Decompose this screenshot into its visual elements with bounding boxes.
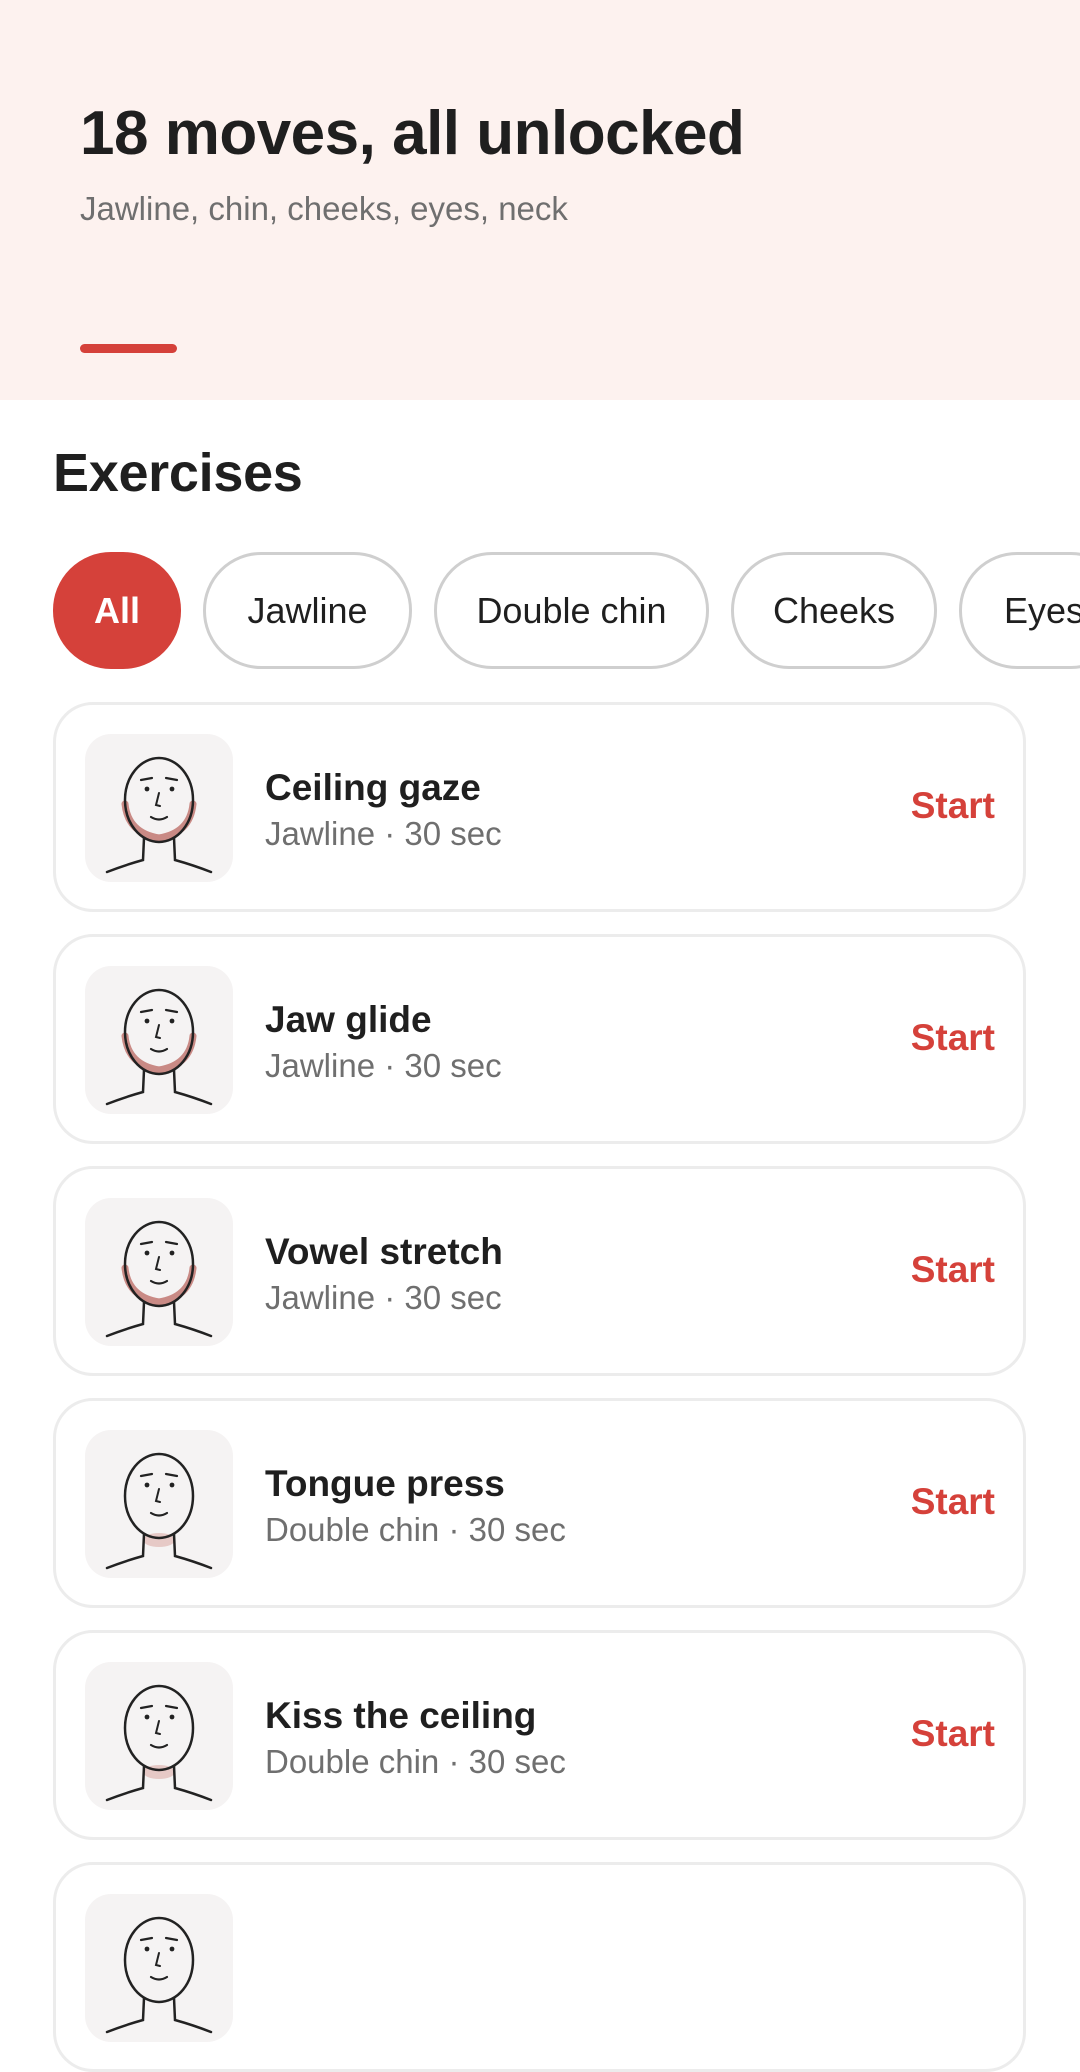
exercise-meta: Jawline · 30 sec — [265, 1047, 502, 1084]
start-button[interactable]: Start — [911, 1249, 995, 1291]
face-outline-icon — [85, 1198, 233, 1346]
hero-subtitle: Jawline, chin, cheeks, eyes, neck — [80, 190, 568, 227]
hero-title: 18 moves, all unlocked — [80, 99, 745, 168]
exercise-meta: Double chin · 30 sec — [265, 1743, 566, 1780]
exercise-card[interactable] — [53, 1862, 1026, 2072]
filter-chip-all[interactable]: All — [53, 552, 181, 669]
exercise-card[interactable]: Tongue press Double chin · 30 sec Start — [53, 1398, 1026, 1608]
exercise-name: Tongue press — [265, 1463, 505, 1504]
exercise-card[interactable]: Ceiling gaze Jawline · 30 sec Start — [53, 702, 1026, 912]
exercise-meta: Jawline · 30 sec — [265, 1279, 502, 1316]
filter-chip-cheeks[interactable]: Cheeks — [731, 552, 937, 669]
exercise-name: Ceiling gaze — [265, 767, 481, 808]
exercise-meta: Double chin · 30 sec — [265, 1511, 566, 1548]
filter-chip-double-chin[interactable]: Double chin — [434, 552, 709, 669]
face-outline-icon — [85, 1662, 233, 1810]
start-button[interactable]: Start — [911, 1481, 995, 1523]
exercise-meta: Jawline · 30 sec — [265, 815, 502, 852]
start-button[interactable]: Start — [911, 1017, 995, 1059]
filter-chip-jawline[interactable]: Jawline — [203, 552, 412, 669]
exercise-card[interactable]: Jaw glide Jawline · 30 sec Start — [53, 934, 1026, 1144]
filter-chips: All Jawline Double chin Cheeks Eyes — [53, 552, 1080, 669]
exercise-card[interactable]: Kiss the ceiling Double chin · 30 sec Star… — [53, 1630, 1026, 1840]
start-button[interactable]: Start — [911, 1713, 995, 1755]
exercise-name: Kiss the ceiling — [265, 1695, 537, 1736]
face-outline-icon — [85, 1894, 233, 2042]
exercise-card[interactable]: Vowel stretch Jawline · 30 sec Start — [53, 1166, 1026, 1376]
face-outline-icon — [85, 966, 233, 1114]
face-outline-icon — [85, 734, 233, 882]
filter-chip-eyes[interactable]: Eyes — [959, 552, 1080, 669]
face-outline-icon — [85, 1430, 233, 1578]
exercise-name: Jaw glide — [265, 999, 432, 1040]
hero-accent-bar — [80, 344, 177, 353]
start-button[interactable]: Start — [911, 785, 995, 827]
exercise-name: Vowel stretch — [265, 1231, 503, 1272]
section-title: Exercises — [53, 443, 303, 503]
hero-banner: 18 moves, all unlocked Jawline, chin, ch… — [0, 0, 1080, 400]
